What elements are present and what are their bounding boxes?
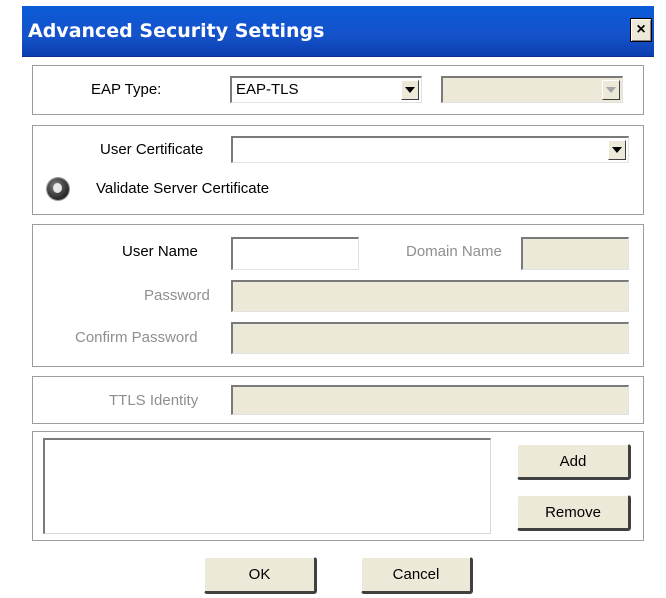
chevron-down-icon — [602, 80, 620, 100]
add-button[interactable]: Add — [517, 444, 631, 480]
confirm-password-label: Confirm Password — [75, 329, 198, 346]
password-input — [231, 280, 629, 312]
password-label: Password — [144, 287, 210, 304]
title-bar: Advanced Security Settings × — [22, 6, 654, 57]
ok-button[interactable]: OK — [204, 557, 317, 594]
cancel-button-label: Cancel — [392, 566, 440, 583]
validate-server-radio[interactable] — [47, 178, 69, 200]
ttls-group: TTLS Identity — [32, 376, 644, 424]
user-name-input[interactable] — [231, 237, 359, 270]
eap-subtype-select — [441, 76, 623, 103]
user-certificate-label: User Certificate — [100, 141, 204, 158]
user-name-label: User Name — [122, 243, 198, 260]
ttls-identity-input — [231, 385, 629, 415]
domain-name-label: Domain Name — [406, 243, 502, 260]
chevron-down-icon[interactable] — [608, 140, 626, 160]
server-listbox[interactable] — [43, 438, 491, 534]
certificate-group: User Certificate Validate Server Certifi… — [32, 125, 644, 215]
window-title: Advanced Security Settings — [28, 20, 325, 42]
eap-type-label: EAP Type: — [91, 81, 162, 98]
server-list-group: Add Remove — [32, 431, 644, 541]
eap-type-value: EAP-TLS — [236, 81, 299, 98]
eap-type-group: EAP Type: EAP-TLS — [32, 65, 644, 115]
domain-name-input — [521, 237, 629, 270]
add-button-label: Add — [559, 452, 587, 470]
remove-button-label: Remove — [545, 503, 601, 521]
validate-server-label: Validate Server Certificate — [96, 180, 270, 197]
close-icon: × — [636, 21, 646, 38]
close-button[interactable]: × — [630, 18, 652, 42]
remove-button[interactable]: Remove — [517, 495, 631, 531]
dialog-body: EAP Type: EAP-TLS User Certificate Valid… — [22, 57, 654, 598]
ttls-identity-label: TTLS Identity — [109, 392, 199, 409]
ok-button-label: OK — [248, 566, 271, 583]
credentials-group: User Name Domain Name Password Confirm P… — [32, 224, 644, 367]
chevron-down-icon[interactable] — [401, 80, 419, 100]
user-certificate-select[interactable] — [231, 136, 629, 163]
cancel-button[interactable]: Cancel — [361, 557, 473, 594]
eap-type-select[interactable]: EAP-TLS — [230, 76, 422, 103]
confirm-password-input — [231, 322, 629, 354]
